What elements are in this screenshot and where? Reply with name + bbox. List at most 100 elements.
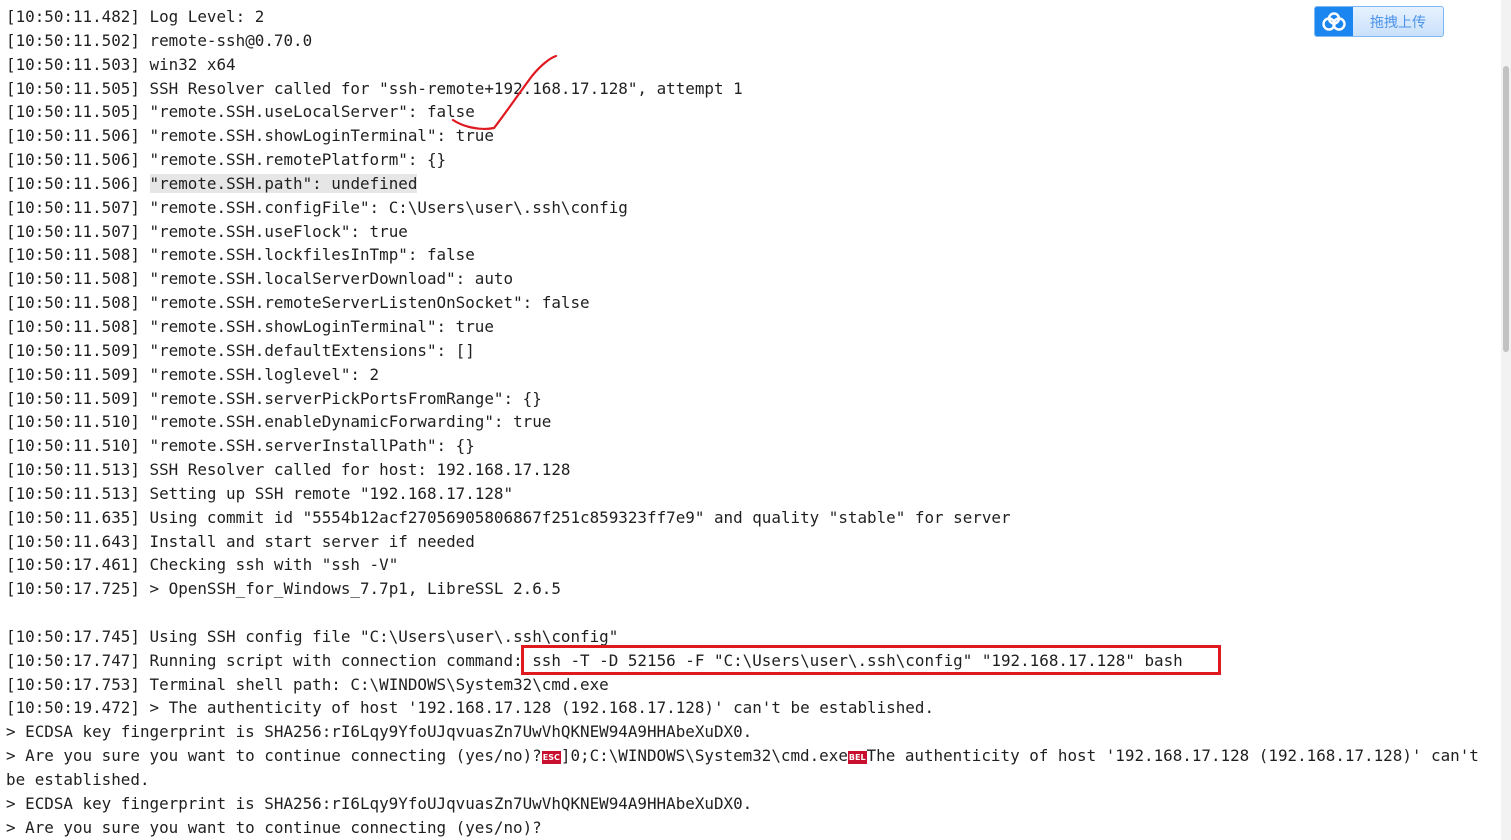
log-timestamp: [10:50:17.725]: [6, 579, 140, 599]
cloud-icon: [1315, 7, 1353, 36]
log-timestamp: [10:50:11.513]: [6, 460, 140, 480]
log-text: Log Level: 2: [139, 7, 265, 26]
log-timestamp: [10:50:11.509]: [6, 388, 140, 408]
upload-button[interactable]: 拖拽上传: [1314, 6, 1444, 37]
log-timestamp: [10:50:19.472]: [6, 698, 140, 718]
log-line: [10:50:11.503] win32 x64: [6, 53, 1496, 77]
log-text: "remote.SSH.serverInstallPath": {}: [139, 436, 475, 456]
log-line: [10:50:11.510] "remote.SSH.enableDynamic…: [6, 410, 1496, 434]
log-text: > Are you sure you want to continue conn…: [6, 817, 542, 837]
log-line: [10:50:17.747] Running script with conne…: [6, 649, 1496, 673]
log-output: [10:50:11.482] Log Level: 2 [10:50:11.502…: [6, 5, 1496, 840]
log-timestamp: [10:50:11.513]: [6, 483, 140, 503]
log-timestamp: [10:50:11.505]: [6, 78, 140, 98]
log-text: "remote.SSH.loglevel": 2: [139, 364, 380, 384]
log-timestamp: [10:50:11.507]: [6, 221, 140, 241]
log-text: remote-ssh@0.70.0: [139, 30, 313, 50]
log-text: "remote.SSH.showLoginTerminal": true: [139, 126, 494, 146]
log-text: "remote.SSH.remotePlatform": {}: [139, 150, 447, 170]
log-line: [10:50:11.643] Install and start server …: [6, 530, 1496, 554]
log-text: > The authenticity of host '192.168.17.1…: [139, 698, 935, 718]
log-line: [10:50:11.513] SSH Resolver called for h…: [6, 458, 1496, 482]
log-text: Using SSH config file "C:\Users\user\.ss…: [139, 626, 619, 646]
log-line: [10:50:11.506] "remote.SSH.path": undefi…: [6, 172, 1496, 196]
scrollbar-thumb[interactable]: [1503, 66, 1509, 352]
log-timestamp: [10:50:11.643]: [6, 531, 140, 551]
log-timestamp: [10:50:11.507]: [6, 197, 140, 217]
log-line: [10:50:11.506] "remote.SSH.remotePlatfor…: [6, 148, 1496, 172]
log-text: "remote.SSH.serverPickPortsFromRange": {…: [139, 388, 542, 408]
log-text: > ECDSA key fingerprint is SHA256:rI6Lqy…: [6, 793, 753, 813]
log-text: "remote.SSH.useLocalServer": false: [139, 102, 475, 122]
log-timestamp: [10:50:11.508]: [6, 316, 140, 336]
log-text-highlighted: "remote.SSH.path": undefined: [149, 173, 418, 193]
log-timestamp: [10:50:11.509]: [6, 340, 140, 360]
log-line: [10:50:17.461] Checking ssh with "ssh -V…: [6, 553, 1496, 577]
log-text: "remote.SSH.defaultExtensions": []: [139, 340, 475, 360]
log-timestamp: [10:50:11.506]: [6, 150, 140, 170]
log-line: [10:50:11.505] SSH Resolver called for "…: [6, 77, 1496, 101]
log-text: ]0;C:\WINDOWS\System32\cmd.exe: [560, 746, 848, 766]
log-timestamp: [10:50:17.753]: [6, 674, 140, 694]
log-line: [10:50:11.508] "remote.SSH.showLoginTerm…: [6, 315, 1496, 339]
log-timestamp: [10:50:11.502]: [6, 30, 140, 50]
log-line: [10:50:11.509] "remote.SSH.defaultExtens…: [6, 339, 1496, 363]
output-log-view: [10:50:11.482] Log Level: 2 [10:50:11.502…: [0, 0, 1511, 840]
log-line: [10:50:19.472] > The authenticity of hos…: [6, 696, 1496, 720]
log-text: "remote.SSH.useFlock": true: [139, 221, 408, 241]
log-text: "remote.SSH.enableDynamicForwarding": tr…: [139, 412, 552, 432]
log-timestamp: [10:50:11.635]: [6, 507, 140, 527]
log-line: [10:50:11.505] "remote.SSH.useLocalServe…: [6, 100, 1496, 124]
log-text: "remote.SSH.configFile": C:\Users\user\.…: [139, 197, 628, 217]
log-line: [10:50:11.509] "remote.SSH.loglevel": 2: [6, 363, 1496, 387]
log-text: "remote.SSH.localServerDownload": auto: [139, 269, 514, 289]
log-timestamp: [10:50:17.747]: [6, 650, 140, 670]
log-line: [10:50:11.502] remote-ssh@0.70.0: [6, 29, 1496, 53]
log-timestamp: [10:50:11.508]: [6, 245, 140, 265]
log-text: "remote.SSH.showLoginTerminal": true: [139, 316, 494, 336]
log-timestamp: [10:50:11.510]: [6, 436, 140, 456]
log-text: SSH Resolver called for "ssh-remote+192.…: [139, 78, 743, 98]
log-line: [10:50:11.510] "remote.SSH.serverInstall…: [6, 434, 1496, 458]
control-char-badge: ESC: [541, 751, 561, 765]
log-line: [10:50:11.507] "remote.SSH.configFile": …: [6, 196, 1496, 220]
log-text: > Are you sure you want to continue conn…: [6, 746, 542, 766]
log-line: [10:50:17.753] Terminal shell path: C:\W…: [6, 673, 1496, 697]
log-line: > ECDSA key fingerprint is SHA256:rI6Lqy…: [6, 792, 1496, 816]
log-timestamp: [10:50:11.482]: [6, 7, 140, 26]
log-line: [10:50:11.482] Log Level: 2: [6, 5, 1496, 29]
log-text: Install and start server if needed: [139, 531, 475, 551]
log-timestamp: [10:50:17.745]: [6, 626, 140, 646]
log-line: [10:50:17.725] > OpenSSH_for_Windows_7.7…: [6, 577, 1496, 601]
log-text: "remote.SSH.remoteServerListenOnSocket":…: [139, 293, 590, 313]
log-text: "remote.SSH.lockfilesInTmp": false: [139, 245, 475, 265]
log-line: > Are you sure you want to continue conn…: [6, 816, 1496, 840]
log-line: > Are you sure you want to continue conn…: [6, 744, 1496, 792]
log-text: SSH Resolver called for host: 192.168.17…: [139, 460, 571, 480]
log-timestamp: [10:50:11.508]: [6, 293, 140, 313]
log-line: [10:50:11.508] "remote.SSH.localServerDo…: [6, 267, 1496, 291]
scrollbar[interactable]: [1501, 0, 1511, 840]
log-timestamp: [10:50:11.510]: [6, 412, 140, 432]
log-timestamp: [10:50:11.503]: [6, 54, 140, 74]
log-text: Using commit id "5554b12acf2705690580686…: [139, 507, 1011, 527]
log-timestamp: [10:50:11.506]: [6, 173, 140, 193]
log-timestamp: [10:50:11.508]: [6, 269, 140, 289]
log-timestamp: [10:50:11.509]: [6, 364, 140, 384]
log-timestamp: [10:50:11.506]: [6, 126, 140, 146]
log-line: [10:50:11.508] "remote.SSH.lockfilesInTm…: [6, 243, 1496, 267]
upload-button-label: 拖拽上传: [1370, 14, 1426, 31]
log-line: [10:50:11.506] "remote.SSH.showLoginTerm…: [6, 124, 1496, 148]
log-timestamp: [10:50:11.505]: [6, 102, 140, 122]
log-line: > ECDSA key fingerprint is SHA256:rI6Lqy…: [6, 720, 1496, 744]
log-text: > ECDSA key fingerprint is SHA256:rI6Lqy…: [6, 722, 753, 742]
log-text: Setting up SSH remote "192.168.17.128": [139, 483, 514, 503]
log-text: Terminal shell path: C:\WINDOWS\System32…: [139, 674, 609, 694]
log-line: [10:50:11.513] Setting up SSH remote "19…: [6, 482, 1496, 506]
log-line: [10:50:11.509] "remote.SSH.serverPickPor…: [6, 387, 1496, 411]
control-char-badge: BEL: [847, 751, 867, 765]
log-line: [10:50:11.508] "remote.SSH.remoteServerL…: [6, 291, 1496, 315]
log-line: [10:50:11.507] "remote.SSH.useFlock": tr…: [6, 220, 1496, 244]
log-line: [10:50:11.635] Using commit id "5554b12a…: [6, 506, 1496, 530]
